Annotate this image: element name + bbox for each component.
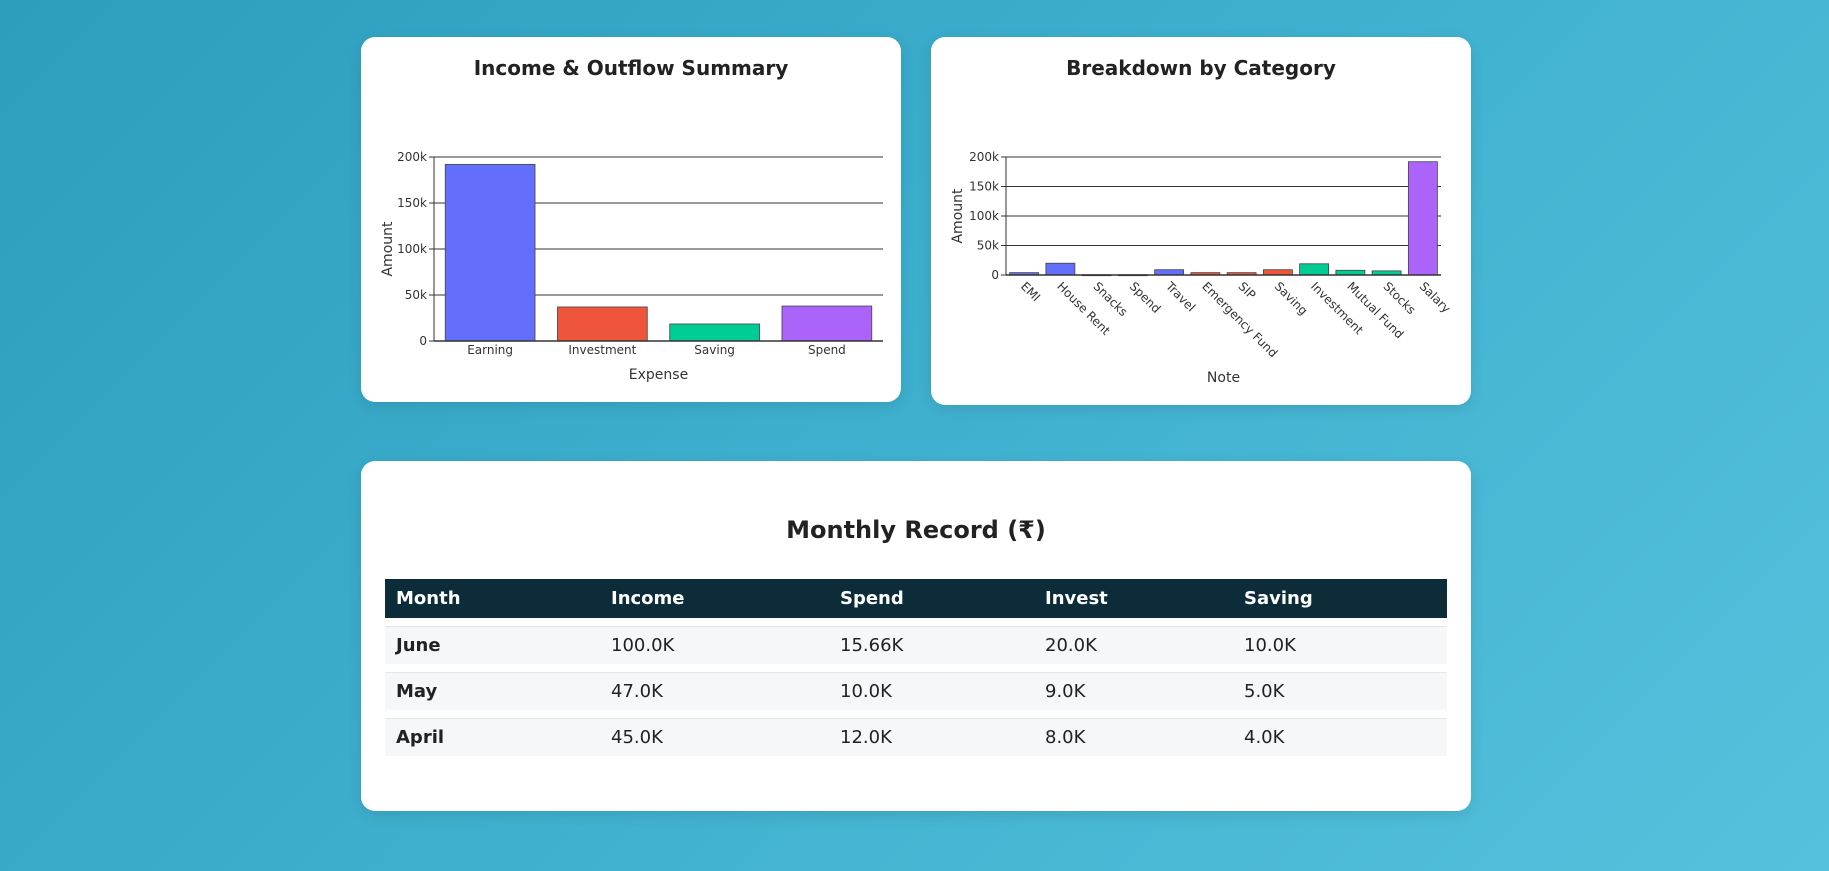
income-cell: 47.0K: [611, 681, 663, 702]
bar: [1045, 262, 1076, 276]
bar: [669, 323, 760, 342]
saving-cell: 4.0K: [1244, 727, 1285, 748]
table-row: June 100.0K 15.66K 20.0K 10.0K: [385, 626, 1447, 664]
y-tick-label: 150k: [969, 180, 999, 194]
x-tick-label: Earning: [467, 343, 513, 357]
bar: [1299, 263, 1330, 276]
invest-cell: 20.0K: [1045, 635, 1097, 656]
bar: [1262, 269, 1293, 276]
y-tick-label: 200k: [969, 150, 999, 164]
y-tick-label: 100k: [969, 209, 999, 223]
y-tick-label: 100k: [397, 242, 427, 256]
monthly-record-table: Month Income Spend Invest Saving June 10…: [385, 579, 1447, 756]
x-tick-label: EMI: [1018, 279, 1043, 304]
bar: [1407, 161, 1438, 276]
header-month: Month: [396, 588, 461, 609]
saving-cell: 5.0K: [1244, 681, 1285, 702]
income-cell: 45.0K: [611, 727, 663, 748]
spend-cell: 10.0K: [840, 681, 892, 702]
y-tick-label: 50k: [977, 239, 999, 253]
month-cell: May: [396, 681, 438, 702]
x-tick-label: Saving: [1272, 279, 1311, 318]
x-tick-label: Spend: [1127, 279, 1164, 316]
x-axis-label: Note: [1207, 370, 1240, 386]
x-tick-label: Investment: [568, 343, 636, 357]
month-cell: April: [396, 727, 445, 748]
income-cell: 100.0K: [611, 635, 675, 656]
header-invest: Invest: [1045, 588, 1108, 609]
breakdown-chart: 050k100k150k200kEMI House RentSnacksSpend…: [950, 150, 1454, 386]
x-tick-label: SIP: [1236, 279, 1259, 302]
y-axis-label: Amount: [950, 188, 966, 244]
table-row: April 45.0K 12.0K 8.0K 4.0K: [385, 718, 1447, 756]
header-saving: Saving: [1244, 588, 1313, 609]
x-axis-label: Expense: [629, 367, 688, 383]
monthly-record-card: Monthly Record (₹) Month Income Spend In…: [361, 461, 1471, 811]
y-tick-label: 50k: [405, 288, 427, 302]
table-row: May 47.0K 10.0K 9.0K 5.0K: [385, 672, 1447, 710]
saving-cell: 10.0K: [1244, 635, 1296, 656]
y-axis-label: Amount: [380, 221, 396, 277]
x-tick-label: Travel: [1162, 279, 1198, 315]
bar: [557, 306, 648, 342]
month-cell: June: [396, 635, 441, 656]
y-tick-label: 200k: [397, 150, 427, 164]
y-tick-label: 150k: [397, 196, 427, 210]
invest-cell: 8.0K: [1045, 727, 1086, 748]
x-tick-label: Spend: [808, 343, 846, 357]
y-tick-label: 0: [991, 268, 999, 282]
bar: [781, 305, 873, 342]
breakdown-card: Breakdown by Category 0 50k 100k 150k 200k EM…: [931, 37, 1471, 405]
income-outflow-card: Income & Outflow Summary 0 50k 100k 150k 200…: [361, 37, 901, 402]
table-title: Monthly Record (₹): [786, 516, 1046, 544]
y-tick-label: 0: [419, 334, 427, 348]
table-header-row: Month Income Spend Invest Saving: [385, 579, 1447, 618]
header-income: Income: [611, 588, 685, 609]
bar: [1154, 269, 1185, 276]
spend-cell: 12.0K: [840, 727, 892, 748]
header-spend: Spend: [840, 588, 904, 609]
x-tick-label: Saving: [694, 343, 735, 357]
income-outflow-chart: 0 50k 100k 150k 200k Earning Investment Saving S…: [380, 150, 883, 383]
spend-cell: 15.66K: [840, 635, 904, 656]
x-tick-label: Salary: [1417, 279, 1454, 316]
invest-cell: 9.0K: [1045, 681, 1086, 702]
bar: [444, 163, 536, 342]
